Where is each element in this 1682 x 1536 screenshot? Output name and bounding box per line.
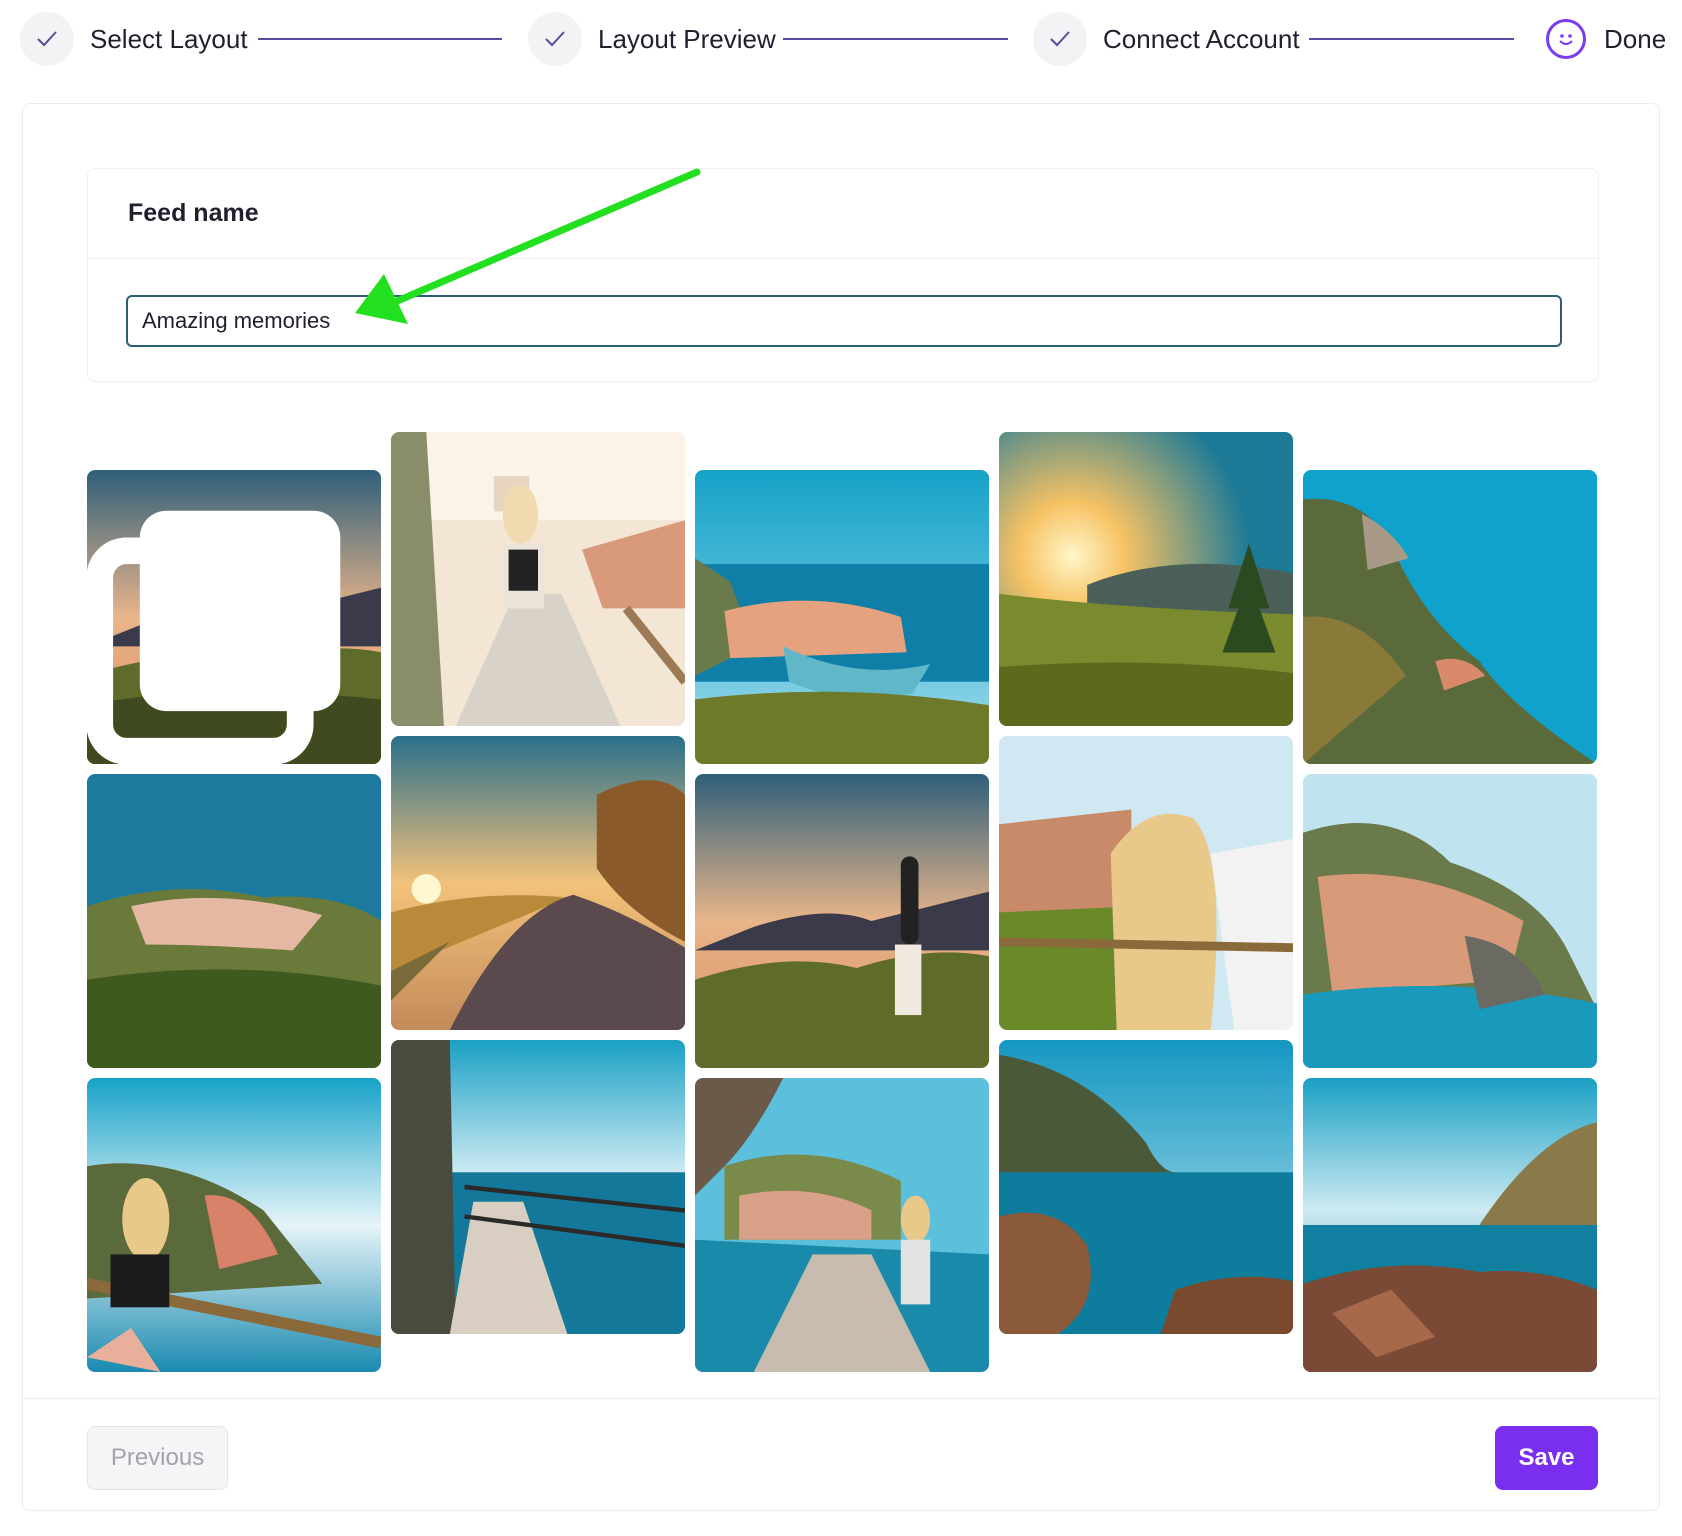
photo-image	[695, 774, 989, 1068]
photo-tile[interactable]	[999, 736, 1293, 1030]
photo-image	[391, 432, 685, 726]
feed-name-header: Feed name	[88, 169, 1598, 259]
check-icon	[20, 12, 74, 66]
photo-tile[interactable]	[695, 774, 989, 1068]
save-button[interactable]: Save	[1495, 1426, 1598, 1490]
feed-settings-card: Feed name Amazing memories Previous Save	[22, 103, 1661, 1511]
step-label: Connect Account	[1103, 23, 1300, 54]
step-label: Done	[1604, 23, 1667, 54]
photo-tile[interactable]	[87, 1078, 381, 1372]
photo-image	[87, 774, 381, 1068]
photo-image	[1303, 1078, 1597, 1372]
photo-image	[391, 736, 685, 1030]
photo-tile[interactable]	[1303, 1078, 1597, 1372]
photo-tile[interactable]	[391, 1040, 685, 1334]
smiley-icon	[1546, 19, 1586, 59]
photo-image	[695, 470, 989, 764]
photo-tile[interactable]	[391, 432, 685, 726]
photo-tile[interactable]	[87, 470, 381, 764]
feed-name-title: Feed name	[128, 199, 259, 227]
step-connect-account[interactable]: Connect Account	[1033, 12, 1300, 66]
photo-tile[interactable]	[391, 736, 685, 1030]
step-connector	[1309, 38, 1514, 40]
feed-name-input[interactable]	[126, 295, 1562, 347]
photo-image	[391, 1040, 685, 1334]
step-layout-preview[interactable]: Layout Preview	[528, 12, 776, 66]
photo-tile[interactable]	[1303, 774, 1597, 1068]
step-connector	[258, 38, 502, 40]
photo-image	[999, 432, 1293, 726]
photo-image	[999, 1040, 1293, 1334]
photo-tile[interactable]	[695, 470, 989, 764]
previous-button[interactable]: Previous	[87, 1426, 228, 1490]
photo-image	[87, 1078, 381, 1372]
photo-tile[interactable]	[695, 1078, 989, 1372]
step-done[interactable]: Done	[1546, 12, 1666, 66]
step-label: Layout Preview	[598, 23, 776, 54]
photo-image	[695, 1078, 989, 1372]
photo-image	[1303, 774, 1597, 1068]
multiple-images-icon	[87, 510, 341, 764]
check-icon	[1033, 12, 1087, 66]
photo-image	[999, 736, 1293, 1030]
photo-image	[1303, 470, 1597, 764]
footer-divider	[23, 1398, 1661, 1399]
step-label: Select Layout	[90, 23, 248, 54]
photo-tile[interactable]	[1303, 470, 1597, 764]
photo-tile[interactable]	[999, 1040, 1293, 1334]
step-select-layout[interactable]: Select Layout	[20, 12, 248, 66]
check-icon	[528, 12, 582, 66]
feed-name-panel: Feed name	[87, 168, 1599, 382]
photo-tile[interactable]	[87, 774, 381, 1068]
step-connector	[783, 38, 1008, 40]
photo-tile[interactable]	[999, 432, 1293, 726]
progress-stepper: Select Layout Layout Preview Connect Acc…	[0, 0, 1682, 80]
